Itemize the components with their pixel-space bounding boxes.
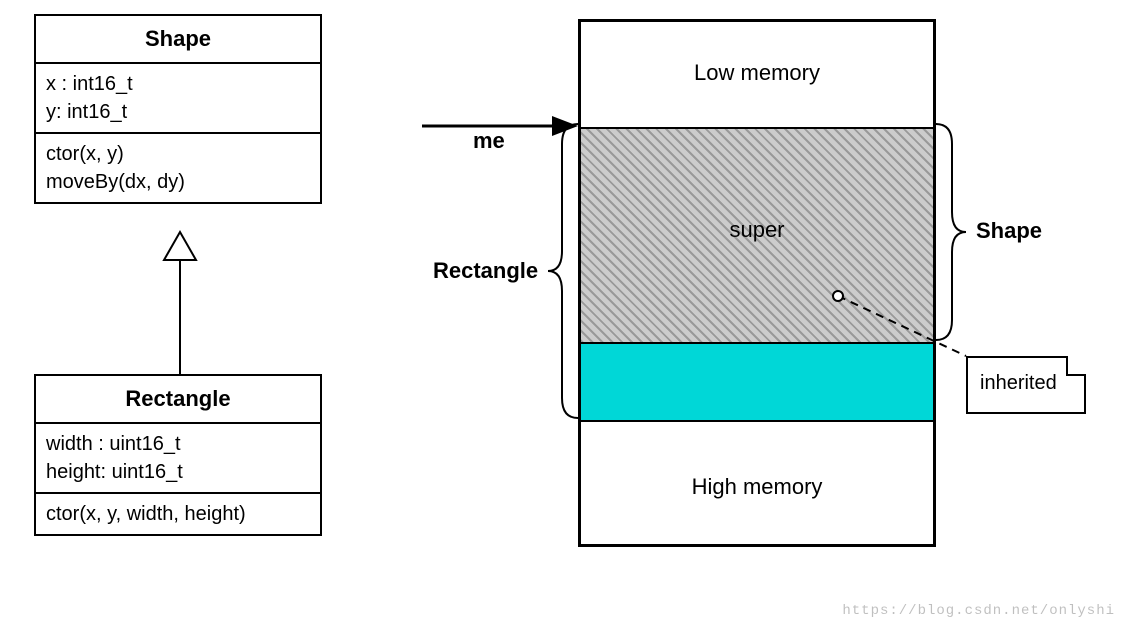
uml-method: moveBy(dx, dy) (46, 168, 310, 196)
note-anchor-icon (838, 296, 978, 366)
note-text: inherited (980, 372, 1057, 394)
note-inherited: inherited (966, 356, 1086, 414)
uml-class-shape-attrs: x : int16_t y: int16_t (36, 64, 320, 134)
uml-attr: y: int16_t (46, 98, 310, 126)
uml-class-rectangle: Rectangle width : uint16_t height: uint1… (34, 374, 322, 536)
brace-left-icon (548, 124, 578, 418)
memory-label-high: High memory (581, 474, 933, 500)
uml-class-rectangle-methods: ctor(x, y, width, height) (36, 494, 320, 534)
uml-class-rectangle-title: Rectangle (36, 376, 320, 424)
uml-class-rectangle-attrs: width : uint16_t height: uint16_t (36, 424, 320, 494)
watermark: https://blog.csdn.net/onlyshi (842, 603, 1115, 619)
memory-label-super: super (581, 217, 933, 243)
pointer-label-me: me (473, 128, 505, 154)
uml-attr: width : uint16_t (46, 430, 310, 458)
uml-attr: height: uint16_t (46, 458, 310, 486)
brace-left-label: Rectangle (433, 258, 538, 284)
uml-class-shape-methods: ctor(x, y) moveBy(dx, dy) (36, 134, 320, 202)
memory-layout-block: Low memory super High memory (578, 19, 936, 547)
uml-class-shape-title: Shape (36, 16, 320, 64)
brace-right-label: Shape (976, 218, 1042, 244)
uml-method: ctor(x, y, width, height) (46, 500, 310, 528)
memory-label-low: Low memory (581, 60, 933, 86)
inheritance-arrow-icon (140, 232, 220, 374)
uml-method: ctor(x, y) (46, 140, 310, 168)
uml-attr: x : int16_t (46, 70, 310, 98)
uml-class-shape: Shape x : int16_t y: int16_t ctor(x, y) … (34, 14, 322, 204)
diagram-root: Shape x : int16_t y: int16_t ctor(x, y) … (0, 0, 1123, 623)
